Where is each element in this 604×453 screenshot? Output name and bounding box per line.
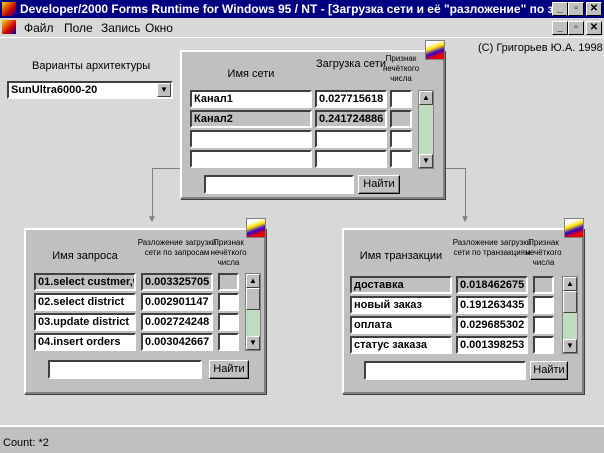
- find-button[interactable]: Найти: [358, 175, 400, 194]
- row-flag-field[interactable]: [390, 150, 412, 168]
- row-flag-field[interactable]: [218, 313, 239, 331]
- row-flag-field[interactable]: [218, 333, 239, 351]
- scroll-up-icon[interactable]: ▲: [419, 91, 433, 105]
- logo-icon: [246, 218, 266, 238]
- scroll-up-icon[interactable]: ▲: [246, 274, 260, 288]
- row-name-field[interactable]: 02.select district: [34, 293, 136, 311]
- scroll-thumb[interactable]: [563, 291, 577, 313]
- find-button[interactable]: Найти: [530, 361, 568, 380]
- row-flag-field[interactable]: [533, 316, 554, 334]
- row-value-field[interactable]: 0.002901147: [141, 293, 213, 311]
- logo-icon: [564, 218, 584, 238]
- row-name-field[interactable]: статус заказа: [350, 336, 452, 354]
- row-name-field[interactable]: оплата: [350, 316, 452, 334]
- search-input[interactable]: [364, 361, 526, 380]
- scroll-thumb[interactable]: [246, 288, 260, 310]
- arrow-down-icon: ▼: [460, 214, 470, 225]
- chevron-down-icon[interactable]: ▼: [157, 83, 171, 97]
- row-value-field[interactable]: 0.001398253: [456, 336, 528, 354]
- row-name-field[interactable]: [190, 130, 312, 148]
- scrollbar[interactable]: ▲ ▼: [245, 273, 261, 351]
- menu-window[interactable]: Окно: [145, 21, 173, 35]
- row-flag-field[interactable]: [218, 293, 239, 311]
- row-flag-field[interactable]: [218, 273, 239, 291]
- scroll-down-icon[interactable]: ▼: [563, 339, 577, 353]
- scrollbar[interactable]: ▲ ▼: [418, 90, 434, 169]
- scrollbar[interactable]: ▲ ▼: [562, 276, 578, 354]
- row-name-field[interactable]: Канал2: [190, 110, 312, 128]
- title-bar: Developer/2000 Forms Runtime for Windows…: [0, 0, 604, 18]
- row-value-field[interactable]: [315, 130, 387, 148]
- search-input[interactable]: [48, 360, 202, 379]
- row-flag-field[interactable]: [390, 90, 412, 108]
- row-name-field[interactable]: 04.insert orders: [34, 333, 136, 351]
- arch-label: Варианты архитектуры: [32, 60, 151, 72]
- row-flag-field[interactable]: [533, 336, 554, 354]
- column-name-header: Имя транзакции: [359, 250, 443, 262]
- row-name-field[interactable]: новый заказ: [350, 296, 452, 314]
- column-name-header: Имя сети: [227, 68, 275, 80]
- row-name-field[interactable]: 01.select custmer,w: [34, 273, 136, 291]
- row-name-field[interactable]: [190, 150, 312, 168]
- maximize-button[interactable]: ▫: [568, 2, 584, 16]
- minimize-button[interactable]: _: [552, 2, 568, 16]
- row-name-field[interactable]: доставка: [350, 276, 452, 294]
- row-flag-field[interactable]: [390, 110, 412, 128]
- find-button[interactable]: Найти: [209, 360, 249, 379]
- column-name-header: Имя запроса: [52, 250, 118, 262]
- scroll-down-icon[interactable]: ▼: [246, 336, 260, 350]
- doc-maximize-button[interactable]: ▫: [568, 21, 584, 35]
- column-flag-header: Признак нечёткого числа: [382, 54, 420, 83]
- status-bar: Count: *2: [0, 425, 604, 453]
- column-flag-header: Признак нечёткого числа: [525, 238, 562, 267]
- menu-field[interactable]: Поле: [64, 21, 93, 35]
- column-flag-header: Признак нечёткого числа: [210, 238, 247, 267]
- row-value-field[interactable]: 0.027715618: [315, 90, 387, 108]
- doc-close-button[interactable]: ✕: [586, 21, 602, 35]
- arrow-down-icon: ▼: [147, 214, 157, 225]
- doc-minimize-button[interactable]: _: [552, 21, 568, 35]
- menu-bar: Файл Поле Запись Окно _ ▫ ✕: [0, 18, 604, 38]
- copyright: (С) Григорьев Ю.А. 1998: [478, 42, 603, 54]
- row-flag-field[interactable]: [533, 276, 554, 294]
- queries-panel: Имя запроса Разложение загрузки сети по з…: [24, 218, 266, 394]
- doc-icon: [2, 20, 16, 34]
- scroll-down-icon[interactable]: ▼: [419, 154, 433, 168]
- network-panel: Имя сети Загрузка сети Признак нечёткого ч…: [180, 40, 445, 199]
- menu-record[interactable]: Запись: [101, 21, 140, 35]
- close-button[interactable]: ✕: [586, 2, 602, 16]
- row-name-field[interactable]: Канал1: [190, 90, 312, 108]
- status-text: Count: *2: [3, 437, 49, 449]
- arch-select[interactable]: SunUltra6000-20 ▼: [7, 81, 173, 99]
- row-value-field[interactable]: 0.003325705: [141, 273, 213, 291]
- row-value-field[interactable]: 0.018462675: [456, 276, 528, 294]
- window-title: Developer/2000 Forms Runtime for Windows…: [20, 2, 564, 16]
- row-value-field[interactable]: 0.002724248: [141, 313, 213, 331]
- row-value-field[interactable]: 0.003042667: [141, 333, 213, 351]
- row-value-field[interactable]: 0.029685302: [456, 316, 528, 334]
- row-value-field[interactable]: 0.241724886: [315, 110, 387, 128]
- scroll-up-icon[interactable]: ▲: [563, 277, 577, 291]
- row-value-field[interactable]: [315, 150, 387, 168]
- transactions-panel: Имя транзакции Разложение загрузки сети п…: [342, 218, 584, 394]
- row-name-field[interactable]: 03.update district: [34, 313, 136, 331]
- menu-file[interactable]: Файл: [24, 21, 54, 35]
- app-icon: [2, 2, 16, 16]
- logo-icon: [425, 40, 445, 60]
- row-flag-field[interactable]: [390, 130, 412, 148]
- search-input[interactable]: [204, 175, 354, 194]
- row-flag-field[interactable]: [533, 296, 554, 314]
- row-value-field[interactable]: 0.191263435: [456, 296, 528, 314]
